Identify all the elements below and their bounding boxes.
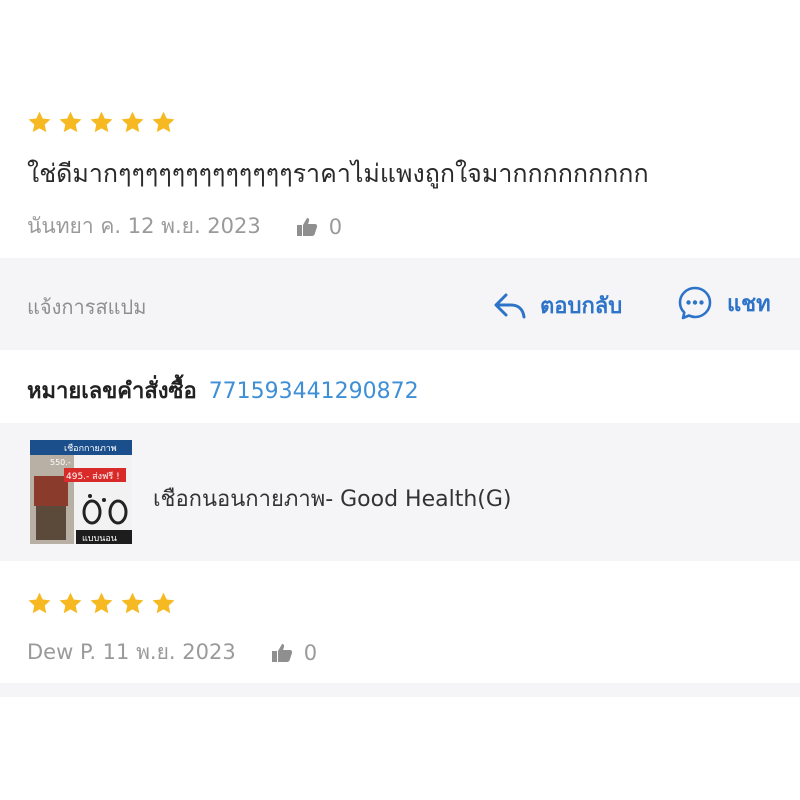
reply-arrow-icon xyxy=(494,293,526,318)
star-icon xyxy=(121,111,144,133)
review-1-rating xyxy=(27,110,176,135)
product-name: เชือกนอนกายภาพ- Good Health(G) xyxy=(153,487,512,512)
star-icon xyxy=(152,592,175,614)
star-icon xyxy=(28,592,51,614)
reply-label: ตอบกลับ xyxy=(540,294,623,319)
chat-button[interactable]: แชท xyxy=(677,285,771,321)
product-thumbnail: เชือกกายภาพ 550.- 495.- ส่งฟรี ! แบบนอน xyxy=(30,440,132,544)
star-icon xyxy=(59,592,82,614)
thumb-old-price: 550.- xyxy=(50,458,71,467)
thumb-caption: แบบนอน xyxy=(82,534,117,544)
review-1-meta: นันทยา ค. 12 พ.ย. 2023 0 xyxy=(27,210,342,243)
chat-bubble-icon xyxy=(678,286,712,320)
chat-label: แชท xyxy=(727,291,771,317)
review-1-actions-bar: แจ้งการสแปม ตอบกลับ แชท xyxy=(0,258,800,350)
review-1-like-button[interactable]: 0 xyxy=(295,215,342,239)
review-1-author-date: นันทยา ค. 12 พ.ย. 2023 xyxy=(27,214,261,238)
product-card[interactable]: เชือกกายภาพ 550.- 495.- ส่งฟรี ! แบบนอน … xyxy=(0,423,800,561)
star-icon xyxy=(121,592,144,614)
review-2-like-count: 0 xyxy=(303,640,318,665)
review-2-author-date: Dew P. 11 พ.ย. 2023 xyxy=(27,640,236,664)
thumb-title: เชือกกายภาพ xyxy=(64,443,117,454)
star-icon xyxy=(59,111,82,133)
report-spam-link[interactable]: แจ้งการสแปม xyxy=(27,291,146,323)
order-number-link[interactable]: 771593441290872 xyxy=(209,379,419,404)
review-2-divider-band xyxy=(0,683,800,697)
star-icon xyxy=(152,111,175,133)
review-2-meta: Dew P. 11 พ.ย. 2023 0 xyxy=(27,636,317,669)
thumb-promo: 495.- ส่งฟรี ! xyxy=(66,471,120,482)
product-image: เชือกกายภาพ 550.- 495.- ส่งฟรี ! แบบนอน xyxy=(30,440,132,544)
review-1-like-count: 0 xyxy=(328,214,343,239)
reply-button[interactable]: ตอบกลับ xyxy=(493,288,622,323)
review-1-text: ใช่ดีมากๆๆๆๆๆๆๆๆๆๆๆๆๆราคาไม่แพงถูกใจมากก… xyxy=(27,159,649,188)
order-number-row: หมายเลขคำสั่งซื้อ 771593441290872 xyxy=(27,373,419,408)
star-icon xyxy=(90,111,113,133)
star-icon xyxy=(90,592,113,614)
thumbs-up-icon xyxy=(296,217,317,236)
review-2-like-button[interactable]: 0 xyxy=(270,641,317,665)
star-icon xyxy=(28,111,51,133)
thumbs-up-icon xyxy=(271,643,292,662)
order-number-label: หมายเลขคำสั่งซื้อ xyxy=(27,379,197,404)
review-2-rating xyxy=(27,591,176,616)
